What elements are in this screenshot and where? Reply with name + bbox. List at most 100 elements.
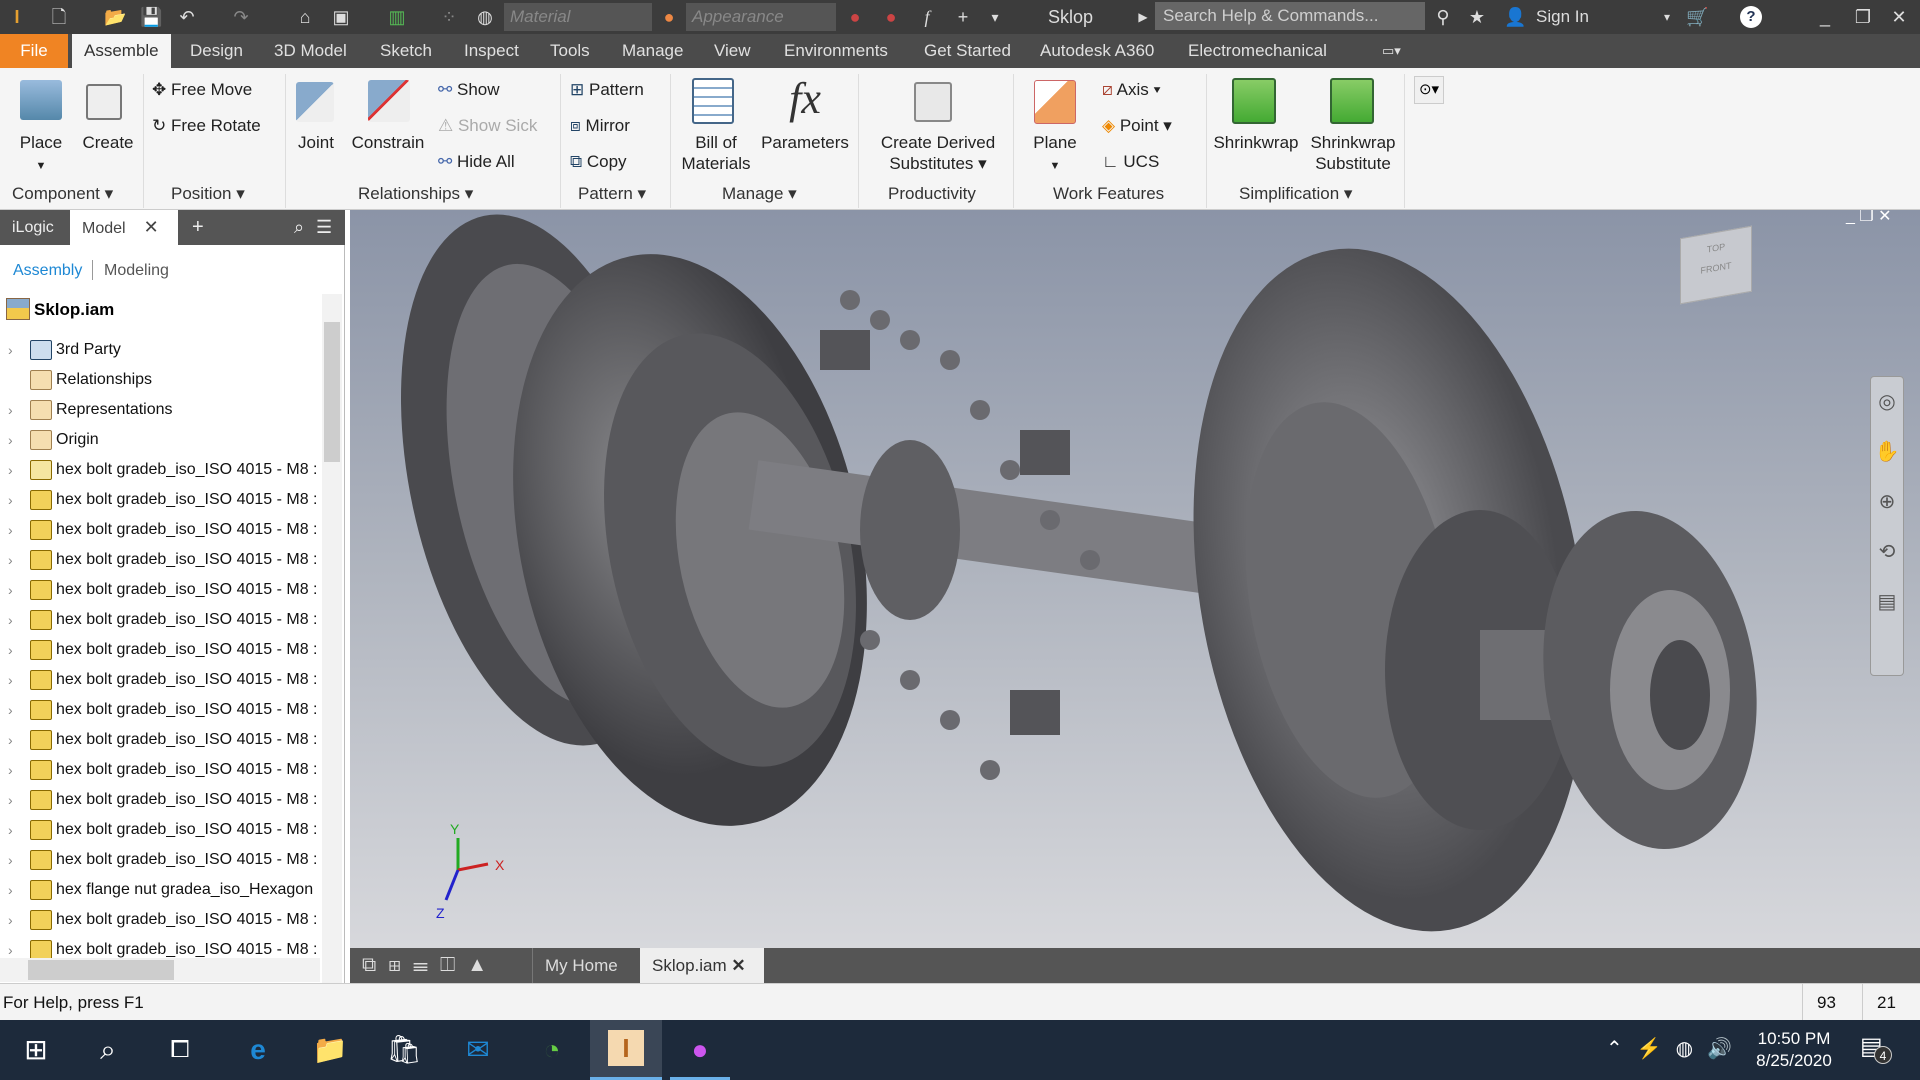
viewport-minimize-icon[interactable]: _ ❐ ✕	[1846, 210, 1892, 226]
tab-inspect[interactable]: Inspect	[452, 34, 531, 68]
close-tab-icon[interactable]: ✕	[144, 217, 159, 237]
customize-icon[interactable]: ▾	[984, 6, 1006, 28]
clock[interactable]: 10:50 PM 8/25/2020	[1752, 1028, 1836, 1072]
search-input[interactable]: Search Help & Commands...	[1155, 2, 1425, 30]
tree-item[interactable]: Relationships	[0, 365, 320, 395]
mode-modeling[interactable]: Modeling	[104, 262, 169, 280]
undo-icon[interactable]: ↶	[176, 6, 198, 28]
tab-autodesk-a360[interactable]: Autodesk A360	[1028, 34, 1166, 68]
comm-icon[interactable]: ⚲	[1432, 6, 1454, 28]
group-label-simplification[interactable]: Simplification ▾	[1239, 184, 1352, 204]
tab-file[interactable]: File	[0, 34, 68, 68]
view-cube[interactable]: TOP FRONT	[1680, 225, 1752, 305]
expand-chevron-icon[interactable]: ›	[8, 395, 13, 425]
tab-manage[interactable]: Manage	[610, 34, 695, 68]
panel-toggle-icon[interactable]: ▭▾	[1370, 34, 1413, 68]
select-icon[interactable]: ⁘	[438, 6, 460, 28]
tree-item[interactable]: › hex bolt gradeb_iso_ISO 4015 - M8 :	[0, 725, 320, 755]
tree-item[interactable]: › hex bolt gradeb_iso_ISO 4015 - M8 :	[0, 815, 320, 845]
tree-item[interactable]: › hex bolt gradeb_iso_ISO 4015 - M8 :	[0, 545, 320, 575]
shrinkwrap-button[interactable]: Shrinkwrap	[1210, 132, 1302, 153]
tree-item[interactable]: › 3rd Party	[0, 335, 320, 365]
expand-chevron-icon[interactable]: ›	[8, 875, 13, 905]
group-label-position[interactable]: Position ▾	[171, 184, 245, 204]
hscroll-thumb[interactable]	[28, 960, 174, 980]
expand-chevron-icon[interactable]: ›	[8, 485, 13, 515]
horizontal-scrollbar[interactable]	[0, 958, 320, 982]
menu-icon[interactable]: ☰	[316, 210, 332, 245]
appearance-dropdown[interactable]: Appearance	[686, 3, 836, 31]
copy-button[interactable]: ⧉ Copy	[570, 151, 627, 173]
inventor-taskbar-button[interactable]: I	[590, 1020, 662, 1080]
restore-icon[interactable]: ❐	[1852, 6, 1874, 28]
search-icon[interactable]: ⌕	[88, 1030, 128, 1070]
vertical-scrollbar[interactable]	[322, 294, 342, 984]
measure-icon[interactable]: ▥	[386, 6, 408, 28]
expand-chevron-icon[interactable]: ›	[8, 605, 13, 635]
tree-item[interactable]: › hex bolt gradeb_iso_ISO 4015 - M8 :	[0, 785, 320, 815]
expand-chevron-icon[interactable]: ›	[8, 845, 13, 875]
tree-item[interactable]: › Representations	[0, 395, 320, 425]
expand-chevron-icon[interactable]: ›	[8, 575, 13, 605]
group-label-pattern[interactable]: Pattern ▾	[578, 184, 646, 204]
scrollbar-thumb[interactable]	[324, 322, 340, 462]
group-label-relationships[interactable]: Relationships ▾	[358, 184, 473, 204]
tab-assemble[interactable]: Assemble	[72, 34, 171, 68]
home-icon[interactable]: ⌂	[294, 6, 316, 28]
expand-chevron-icon[interactable]: ›	[8, 725, 13, 755]
expand-chevron-icon[interactable]: ›	[8, 635, 13, 665]
hide-all-button[interactable]: ⚯ Hide All	[438, 151, 515, 173]
show-sick-button[interactable]: ⚠ Show Sick	[438, 115, 537, 137]
expand-chevron-icon[interactable]: ›	[8, 815, 13, 845]
windows-start-icon[interactable]: ⊞	[16, 1030, 56, 1070]
tree-item[interactable]: › hex bolt gradeb_iso_ISO 4015 - M8 :	[0, 635, 320, 665]
group-label-component[interactable]: Component ▾	[12, 184, 113, 204]
plus-icon[interactable]: +	[952, 6, 974, 28]
window-layout-icons[interactable]: ⧉⊞☰◫▲	[350, 948, 511, 983]
paint3d-taskbar-button[interactable]: ●	[670, 1020, 730, 1080]
tab-sklop-iam[interactable]: Sklop.iam ✕	[640, 948, 764, 983]
open-folder-icon[interactable]: 📂	[104, 6, 126, 28]
parameters-button[interactable]: Parameters	[758, 132, 852, 153]
expand-chevron-icon[interactable]: ›	[8, 905, 13, 935]
save-icon[interactable]: 💾	[140, 6, 162, 28]
ucs-button[interactable]: ∟ UCS	[1102, 151, 1159, 173]
star-icon[interactable]: ★	[1466, 6, 1488, 28]
shrinkwrap-substitute-button[interactable]: Shrinkwrap Substitute	[1306, 132, 1400, 174]
appearance-icon[interactable]: ●	[658, 6, 680, 28]
show-button[interactable]: ⚯ Show	[438, 79, 500, 101]
edge-icon[interactable]: e	[238, 1030, 278, 1070]
navigation-bar[interactable]: ◎ ✋ ⊕ ⟲ ▤	[1870, 376, 1904, 676]
constrain-button[interactable]: Constrain	[346, 132, 430, 153]
tab-environments[interactable]: Environments	[772, 34, 900, 68]
inventor-logo-icon[interactable]: I	[6, 6, 28, 28]
new-file-icon[interactable]: 🗋	[48, 6, 70, 28]
pattern-button[interactable]: ⊞ Pattern	[570, 79, 644, 101]
adjust-appearance-icon[interactable]: ●	[844, 6, 866, 28]
tab-my-home[interactable]: My Home	[532, 948, 630, 983]
3d-viewport[interactable]: TOP FRONT _ ❐ ✕ ◎ ✋ ⊕ ⟲ ▤ Y X Z	[350, 210, 1920, 948]
expand-chevron-icon[interactable]: ›	[8, 515, 13, 545]
fx-icon[interactable]: f	[916, 6, 938, 28]
plane-button[interactable]: Plane ▼	[1024, 132, 1086, 177]
tree-item[interactable]: › hex bolt gradeb_iso_ISO 4015 - M8 :	[0, 515, 320, 545]
close-doc-icon[interactable]: ✕	[731, 956, 745, 975]
sign-in-button[interactable]: Sign In	[1536, 7, 1589, 27]
tab-electromechanical[interactable]: Electromechanical	[1176, 34, 1339, 68]
expand-chevron-icon[interactable]: ›	[8, 665, 13, 695]
expand-chevron-icon[interactable]: ›	[8, 335, 13, 365]
mail-icon[interactable]: ✉	[458, 1030, 498, 1070]
assembly-model[interactable]	[350, 210, 1920, 948]
tree-item[interactable]: › hex bolt gradeb_iso_ISO 4015 - M8 :	[0, 755, 320, 785]
create-derived-substitutes-button[interactable]: Create Derived Substitutes ▾	[870, 132, 1006, 174]
tab-ilogic[interactable]: iLogic	[0, 210, 66, 245]
bill-of-materials-button[interactable]: Bill of Materials	[676, 132, 756, 174]
tab-3d-model[interactable]: 3D Model	[262, 34, 359, 68]
expand-chevron-icon[interactable]: ›	[8, 425, 13, 455]
look-at-icon[interactable]: ▤	[1871, 577, 1903, 627]
add-tab-icon[interactable]: +	[180, 210, 216, 245]
search-icon[interactable]: ⌕	[282, 210, 316, 245]
tree-item[interactable]: › Origin	[0, 425, 320, 455]
mirror-button[interactable]: ⧈ Mirror	[570, 115, 630, 137]
free-rotate-button[interactable]: ↻ Free Rotate	[152, 115, 261, 137]
